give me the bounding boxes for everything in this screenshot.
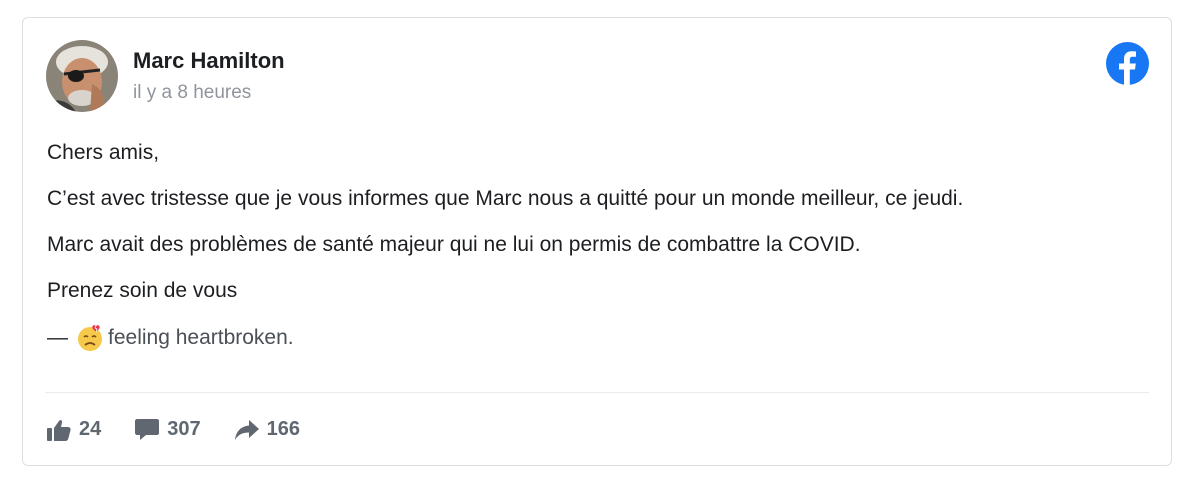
share-arrow-icon (234, 419, 259, 440)
post-timestamp[interactable]: il y a 8 heures (133, 82, 251, 104)
avatar-image (46, 40, 118, 112)
post-card: Marc Hamilton il y a 8 heures Chers amis… (22, 17, 1172, 466)
like-count: 24 (79, 418, 102, 440)
action-bar: 24 307 166 (47, 418, 334, 441)
comment-count: 307 (167, 418, 201, 440)
comment-icon (135, 418, 160, 440)
share-button[interactable]: 166 (234, 418, 300, 441)
thumbs-up-icon (47, 419, 71, 441)
comment-button[interactable]: 307 (135, 418, 201, 441)
post-paragraph: Marc avait des problèmes de santé majeur… (47, 233, 861, 256)
feeling-text[interactable]: feeling heartbroken. (108, 325, 294, 351)
heartbroken-emoji-icon (78, 325, 102, 351)
post-paragraph: Prenez soin de vous (47, 279, 238, 302)
post-body: Chers amis, C’est avec tristesse que je … (47, 140, 1151, 352)
like-button[interactable]: 24 (47, 418, 101, 441)
feeling-dash: — (47, 326, 68, 349)
share-count: 166 (266, 418, 300, 440)
post-paragraph: C’est avec tristesse que je vous informe… (47, 187, 964, 210)
author-name[interactable]: Marc Hamilton (133, 48, 285, 74)
avatar[interactable] (46, 40, 118, 112)
facebook-logo-icon[interactable] (1106, 42, 1149, 85)
divider (45, 392, 1149, 393)
feeling-line: — feeling heartbroken. (47, 324, 1151, 352)
post-paragraph: Chers amis, (47, 141, 160, 164)
